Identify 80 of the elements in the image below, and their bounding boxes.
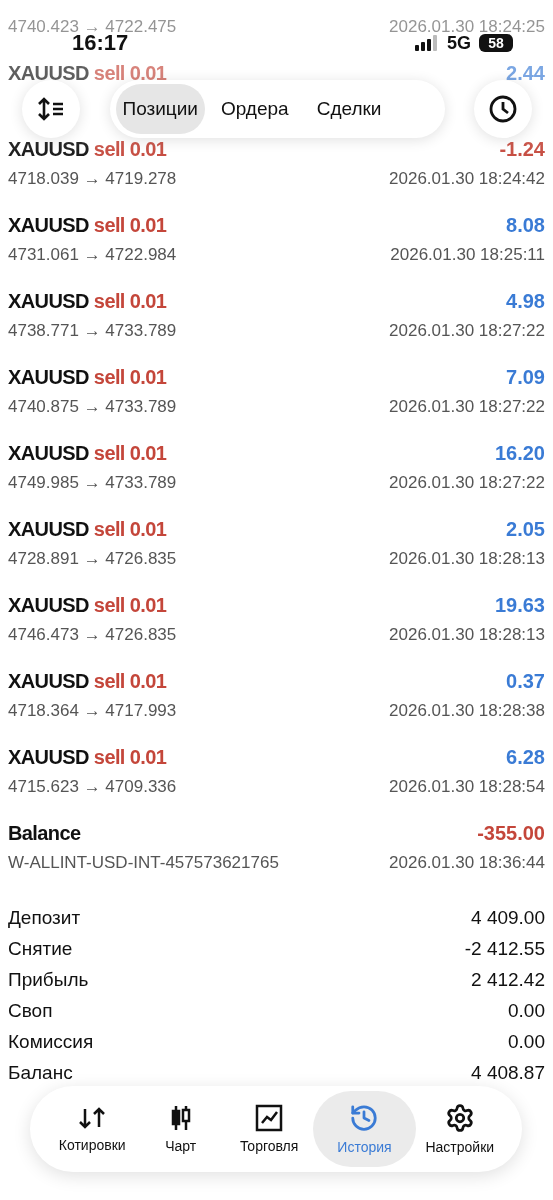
battery-level: 58: [479, 34, 513, 52]
summary-value: 4 409.00: [471, 906, 545, 929]
summary-label: Снятие: [8, 937, 73, 960]
summary-value: 2 412.42: [471, 968, 545, 991]
summary-value: 0.00: [508, 999, 545, 1022]
summary-label: Комиссия: [8, 1030, 94, 1053]
price-range: 4746.473 → 4726.835: [8, 625, 177, 645]
profit-value: 19.63: [494, 593, 545, 617]
nav-tab[interactable]: Чарт: [136, 1091, 225, 1167]
summary-label: Депозит: [8, 906, 81, 929]
profit-value: 4.98: [506, 289, 545, 313]
summary-label: Баланс: [8, 1061, 73, 1084]
deal-time: 2026.01.30 18:27:22: [389, 473, 545, 493]
symbol-label: Balance: [8, 821, 81, 845]
line-chart-icon: [255, 1104, 284, 1132]
price-range: 4715.623 → 4709.336: [8, 777, 177, 797]
price-range: 4749.985 → 4733.789: [8, 473, 177, 493]
symbol-label: XAUUSD: [8, 517, 89, 541]
history-icon: [349, 1103, 380, 1133]
trade-side: sell 0.01: [93, 213, 167, 237]
price-range: 4740.875 → 4733.789: [8, 397, 177, 417]
profit-value: 0.37: [506, 669, 545, 693]
trade-side: sell 0.01: [93, 669, 167, 693]
deal-time: 2026.01.30 18:25:11: [390, 245, 545, 265]
symbol-label: XAUUSD: [8, 61, 89, 85]
summary-value: 0.00: [508, 1030, 545, 1053]
profit-value: 2.05: [506, 517, 545, 541]
profit-value: 16.20: [494, 441, 545, 465]
trade-side: sell 0.01: [93, 365, 167, 389]
trade-side: sell 0.01: [93, 289, 167, 313]
sort-icon: [37, 97, 65, 121]
deal-time: 2026.01.30 18:27:22: [389, 397, 545, 417]
profit-value: 2.44: [506, 61, 545, 85]
profit-value: 7.09: [506, 365, 545, 389]
clock-icon: [488, 94, 518, 124]
trade-side: sell 0.01: [93, 517, 167, 541]
price-range: 4740.423 → 4722.475: [8, 17, 177, 36]
summary-value: 4 408.87: [471, 1061, 545, 1084]
price-range: 4728.891 → 4726.835: [8, 549, 177, 569]
symbol-label: XAUUSD: [8, 365, 89, 389]
summary-label: Своп: [8, 999, 53, 1022]
symbol-label: XAUUSD: [8, 289, 89, 313]
price-range: 4731.061 → 4722.984: [8, 245, 177, 265]
deal-time: 2026.01.30 18:28:13: [389, 549, 545, 569]
deal-time: 2026.01.30 18:27:22: [389, 321, 545, 341]
trade-side: sell 0.01: [93, 593, 167, 617]
deal-time: 2026.01.30 18:28:13: [389, 625, 545, 645]
nav-tab[interactable]: Торговля: [224, 1091, 314, 1167]
summary-label: Прибыль: [8, 968, 89, 991]
trade-side: sell 0.01: [93, 745, 167, 769]
profit-value: -355.00: [477, 821, 545, 845]
symbol-label: XAUUSD: [8, 137, 89, 161]
settings-icon: [444, 1103, 475, 1133]
deal-time: 2026.01.30 18:36:44: [389, 853, 545, 873]
symbol-label: XAUUSD: [8, 593, 89, 617]
tab[interactable]: Позиции: [115, 84, 205, 134]
symbol-label: XAUUSD: [8, 669, 89, 693]
nav-tab[interactable]: История: [313, 1091, 416, 1167]
nav-tab[interactable]: Настройки: [415, 1091, 504, 1167]
symbol-label: XAUUSD: [8, 441, 89, 465]
profit-value: 6.28: [506, 745, 545, 769]
signal-icon: [415, 35, 439, 51]
profit-value: -1.24: [499, 137, 545, 161]
symbol-label: XAUUSD: [8, 213, 89, 237]
price-range: 4738.771 → 4733.789: [8, 321, 177, 341]
price-range: 4718.364 → 4717.993: [8, 701, 177, 721]
deal-time: 2026.01.30 18:28:38: [389, 701, 545, 721]
trade-side: sell 0.01: [93, 61, 167, 85]
deal-time: 2026.01.30 18:28:54: [389, 777, 545, 797]
price-range: W-ALLINT-USD-INT-457573621765: [8, 853, 279, 873]
summary-value: -2 412.55: [464, 937, 545, 960]
nav-tab[interactable]: Котировки: [48, 1091, 137, 1167]
deal-time: 2026.01.30 18:24:42: [389, 169, 545, 189]
tab[interactable]: Сделки: [304, 84, 394, 134]
trade-side: sell 0.01: [93, 137, 167, 161]
price-range: 4718.039 → 4719.278: [8, 169, 177, 189]
symbol-label: XAUUSD: [8, 745, 89, 769]
profit-value: 8.08: [506, 213, 545, 237]
trade-side: sell 0.01: [93, 441, 167, 465]
tab[interactable]: Ордера: [208, 84, 301, 134]
